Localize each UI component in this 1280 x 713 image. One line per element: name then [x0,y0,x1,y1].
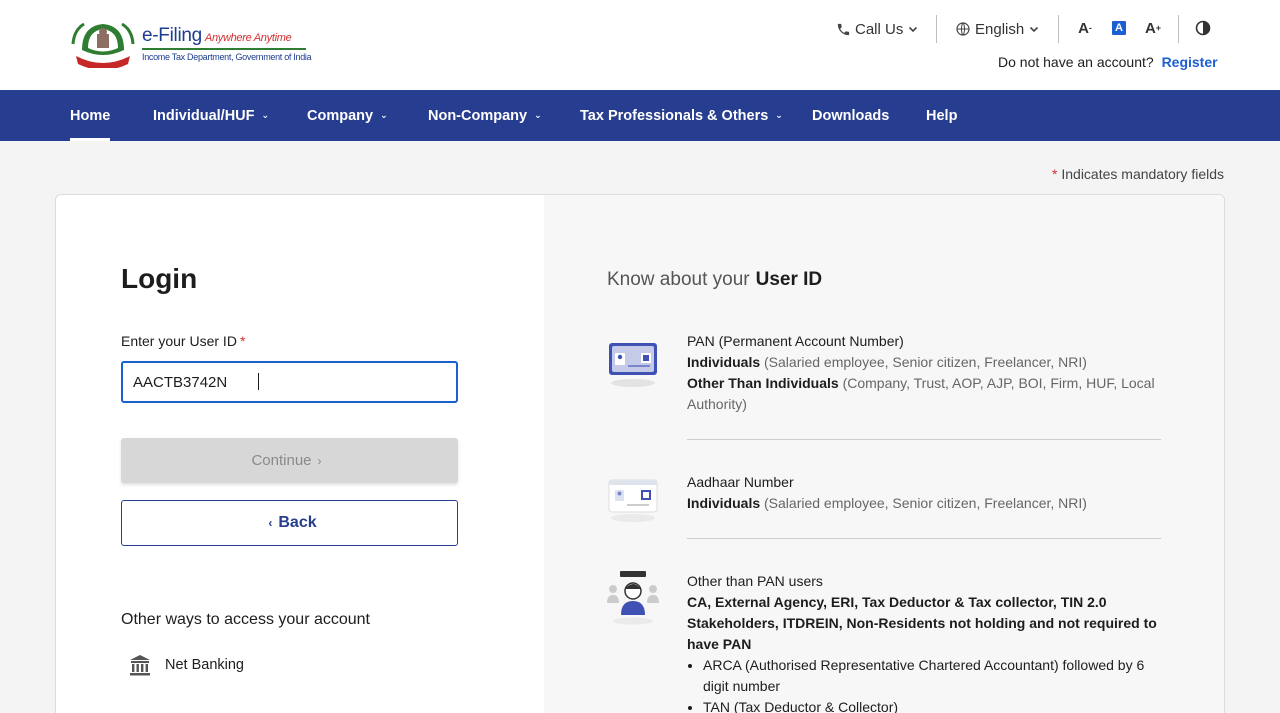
login-title: Login [121,263,198,294]
header-divider [936,15,937,43]
account-prompt-text: Do not have an account? [998,54,1154,70]
bank-icon [130,655,150,676]
phone-icon [837,23,850,35]
header-divider [1058,15,1059,43]
call-us-dropdown[interactable]: Call Us [836,14,919,44]
font-decrease-button[interactable]: A- [1074,18,1096,38]
nav-item-downloads[interactable]: Downloads [812,90,889,141]
divider [687,538,1161,539]
language-label: English [975,20,1025,38]
other-than-pan-title: Other than PAN users [687,573,823,589]
net-banking-label: Net Banking [165,657,244,673]
nav-item-tax-professionals[interactable]: Tax Professionals & Others ⌄ [580,90,783,141]
nav-item-help[interactable]: Help [926,90,957,141]
divider [687,439,1161,440]
register-link[interactable]: Register [1162,54,1218,70]
list-item: TAN (Tax Deductor & Collector) [703,697,1161,713]
chevron-right-icon: › [317,453,322,468]
aadhaar-card-icon [608,479,658,522]
chevron-down-icon: ⌄ [380,110,388,120]
nav-item-non-company[interactable]: Non-Company ⌄ [428,90,542,141]
mandatory-note: * Indicates mandatory fields [1052,166,1224,182]
know-userid-title: Know about your User ID [607,269,823,290]
header-divider [1178,15,1179,43]
globe-icon [956,22,970,36]
efiling-logo[interactable]: e-Filing Anywhere Anytime Income Tax Depa… [70,20,312,70]
pan-title: PAN (Permanent Account Number) [687,333,904,349]
users-icon [607,571,659,625]
pan-individuals-desc: (Salaried employee, Senior citizen, Free… [764,354,1087,370]
logo-divider [142,48,306,50]
logo-title: e-Filing [142,25,202,46]
contrast-icon[interactable] [1195,20,1211,36]
nav-item-home[interactable]: Home [70,90,111,141]
account-prompt: Do not have an account? Register [998,54,1218,70]
continue-button[interactable]: Continue › [121,438,458,483]
nav-item-company[interactable]: Company ⌄ [307,90,388,141]
userid-input[interactable] [121,361,458,403]
aadhaar-info: Aadhaar Number Individuals (Salaried emp… [607,472,1167,542]
userid-info-panel: Know about your User ID PAN (Permanent Ac… [544,195,1224,713]
chevron-down-icon: ⌄ [261,110,270,120]
chevron-down-icon [909,26,918,33]
list-item: ARCA (Authorised Representative Chartere… [703,655,1161,697]
logo-tagline: Anywhere Anytime [204,32,292,44]
chevron-down-icon: ⌄ [534,110,542,120]
required-star: * [239,333,246,349]
font-increase-button[interactable]: A + [1142,18,1164,38]
other-than-pan-info: Other than PAN users CA, External Agency… [607,571,1167,713]
userid-label: Enter your User ID * [121,333,246,349]
pan-others-label: Other Than Individuals [687,375,839,391]
chevron-down-icon [1030,26,1039,33]
pan-info: PAN (Permanent Account Number) Individua… [607,331,1167,441]
aadhaar-individuals-desc: (Salaried employee, Senior citizen, Free… [764,495,1087,511]
chevron-down-icon: ⌄ [775,110,783,120]
call-us-label: Call Us [855,20,904,38]
nav-item-individual-huf[interactable]: Individual/HUF ⌄ [153,90,269,141]
emblem-icon [71,22,135,68]
login-card: Login Enter your User ID* Continue › ‹ B… [55,194,1225,713]
other-than-pan-users: CA, External Agency, ERI, Tax Deductor &… [687,594,1157,652]
other-than-pan-list: ARCA (Authorised Representative Chartere… [703,655,1161,713]
main-nav: Home Individual/HUF ⌄ Company ⌄ Non-Compan… [0,90,1280,141]
pan-individuals-label: Individuals [687,354,761,370]
other-ways-heading: Other ways to access your account [121,611,370,628]
text-cursor [258,373,259,390]
chevron-left-icon: ‹ [268,516,273,530]
pan-card-icon [609,343,657,387]
required-star: * [1052,166,1058,182]
language-dropdown[interactable]: English [955,14,1040,44]
back-button[interactable]: ‹ Back [121,500,458,546]
aadhaar-title: Aadhaar Number [687,474,794,490]
font-normal-button[interactable]: A [1112,21,1126,35]
aadhaar-individuals-label: Individuals [687,495,761,511]
mandatory-note-text: Indicates mandatory fields [1061,166,1224,182]
site-header: e-Filing Anywhere Anytime Income Tax Depa… [0,0,1280,90]
logo-subtitle: Income Tax Department, Government of Ind… [142,52,312,62]
net-banking-option[interactable]: Net Banking [129,654,244,676]
